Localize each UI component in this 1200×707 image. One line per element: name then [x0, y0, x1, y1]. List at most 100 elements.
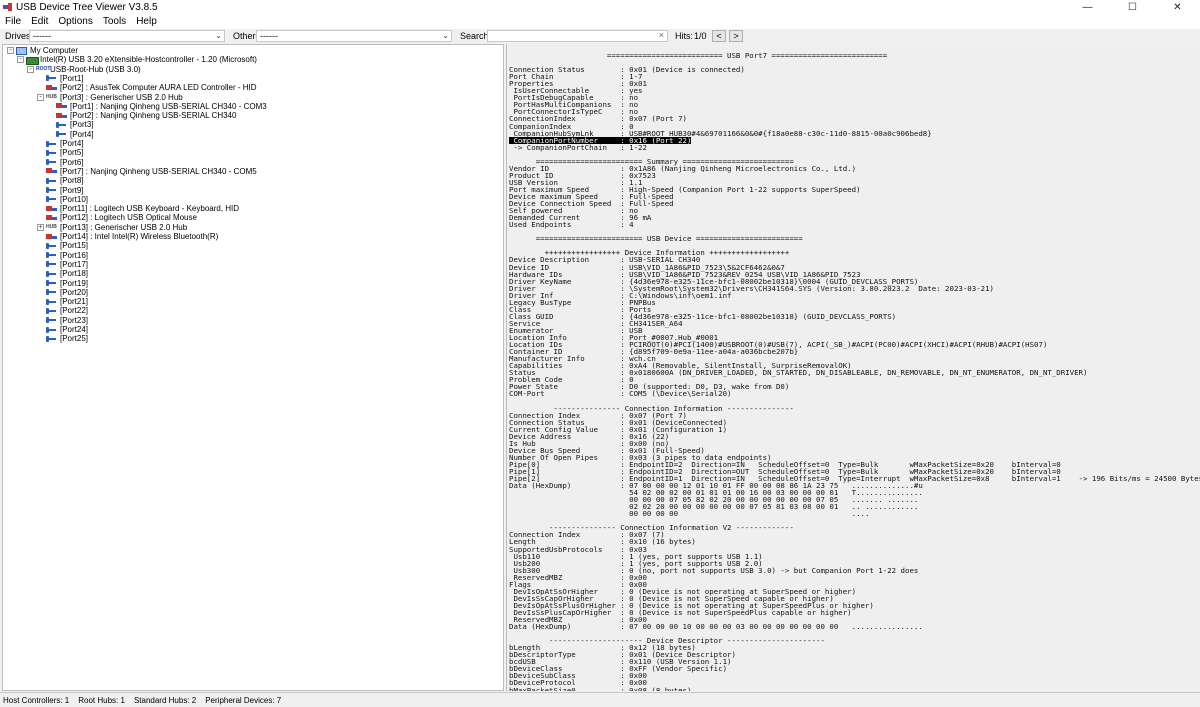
chevron-down-icon: ⌄: [442, 31, 449, 40]
tree-node[interactable]: - ROOT USB-Root-Hub (USB 3.0): [27, 65, 141, 74]
tree-node[interactable]: - My Computer: [7, 46, 78, 55]
detail-line: Used Endpoints : 4: [509, 220, 634, 230]
tree-node[interactable]: [Port19]: [37, 279, 88, 288]
tree-node-label: [Port3] : Generischer USB 2.0 Hub: [60, 92, 183, 102]
tree-node[interactable]: [Port24]: [37, 325, 88, 334]
tree-node-label: [Port8]: [60, 176, 84, 186]
tree-node-label: [Port13] : Generischer USB 2.0 Hub: [60, 222, 188, 232]
collapse-icon[interactable]: -: [37, 93, 44, 101]
tree-node[interactable]: [Port4]: [47, 130, 94, 139]
tree-node-label: [Port20]: [60, 287, 89, 297]
port-icon: [46, 260, 57, 268]
tree-node-label: [Port24]: [60, 325, 89, 334]
collapse-icon[interactable]: -: [17, 56, 24, 64]
detail-pane[interactable]: ========================== USB Port7 ===…: [506, 44, 1200, 691]
roothub-icon: ROOT: [36, 66, 51, 73]
tree-node[interactable]: [Port2] : Nanjing Qinheng USB-SERIAL CH3…: [47, 111, 236, 120]
port-icon: [46, 307, 57, 315]
next-hit-button[interactable]: >: [729, 30, 743, 42]
computer-icon: [16, 46, 27, 55]
tree-node[interactable]: + HUB [Port13] : Generischer USB 2.0 Hub: [37, 223, 187, 232]
port-icon: [46, 251, 57, 259]
window-title: USB Device Tree Viewer V3.8.5: [16, 1, 158, 13]
tree-node-label: [Port3]: [70, 120, 94, 130]
device-icon: [46, 233, 57, 241]
tree-node[interactable]: [Port5]: [37, 148, 84, 157]
detail-line: ======================== USB Device ====…: [509, 234, 803, 244]
tree-node[interactable]: [Port6]: [37, 158, 84, 167]
tree-node-label: [Port15]: [60, 241, 89, 251]
maximize-button[interactable]: ☐: [1110, 0, 1155, 14]
port-icon: [46, 298, 57, 306]
tree-node[interactable]: - HUB [Port3] : Generischer USB 2.0 Hub: [37, 93, 183, 102]
tree-node-label: [Port2] : Nanjing Qinheng USB-SERIAL CH3…: [70, 111, 237, 121]
tree-node[interactable]: [Port25]: [37, 334, 88, 343]
clear-icon[interactable]: ×: [659, 30, 664, 40]
port-icon: [46, 195, 57, 203]
tree-node-label: [Port17]: [60, 259, 89, 269]
minimize-button[interactable]: —: [1065, 0, 1110, 14]
tree-node[interactable]: - Intel(R) USB 3.20 eXtensible-Hostcontro…: [17, 55, 257, 65]
tree-node[interactable]: [Port10]: [37, 195, 88, 204]
search-input[interactable]: ×: [487, 30, 668, 42]
port-icon: [56, 130, 67, 138]
tree-node[interactable]: [Port15]: [37, 241, 88, 250]
tree-node[interactable]: [Port18]: [37, 269, 88, 278]
detail-line: ========================== USB Port7 ===…: [509, 51, 888, 60]
device-icon: [46, 167, 57, 175]
collapse-icon[interactable]: -: [7, 47, 14, 54]
tree-node[interactable]: [Port14] : Intel Intel(R) Wireless Bluet…: [37, 232, 218, 241]
tree-node[interactable]: [Port2] : AsusTek Computer AURA LED Cont…: [37, 83, 257, 92]
tree-node[interactable]: [Port3]: [47, 120, 94, 129]
tree-node-label: USB-Root-Hub (USB 3.0): [50, 64, 141, 74]
port-icon: [46, 288, 57, 296]
tree-node[interactable]: [Port22]: [37, 306, 88, 315]
tree-node[interactable]: [Port1] : Nanjing Qinheng USB-SERIAL CH3…: [47, 102, 267, 111]
menu-tools[interactable]: Tools: [98, 16, 131, 27]
tree-node[interactable]: [Port11] : Logitech USB Keyboard - Keybo…: [37, 204, 239, 213]
menu-help[interactable]: Help: [131, 16, 162, 27]
tree-node[interactable]: [Port23]: [37, 316, 88, 325]
tree-node-label: My Computer: [30, 46, 79, 55]
hits-label: Hits:: [675, 31, 693, 41]
others-value: ------: [260, 31, 278, 41]
title-bar: USB Device Tree Viewer V3.8.5 — ☐ ✕: [0, 0, 1200, 14]
tree-node-label: [Port10]: [60, 194, 89, 204]
tree-node-label: [Port7] : Nanjing Qinheng USB-SERIAL CH3…: [60, 166, 257, 176]
tree-node-label: [Port22]: [60, 306, 89, 316]
expand-icon[interactable]: +: [37, 223, 44, 231]
tree-node[interactable]: [Port7] : Nanjing Qinheng USB-SERIAL CH3…: [37, 167, 257, 176]
port-icon: [46, 242, 57, 250]
hits-value: 1/0: [694, 31, 707, 41]
tree-node[interactable]: [Port12] : Logitech USB Optical Mouse: [37, 213, 197, 222]
port-icon: [46, 186, 57, 194]
port-icon: [46, 177, 57, 185]
menu-file[interactable]: File: [0, 16, 26, 27]
window-controls: — ☐ ✕: [1065, 0, 1200, 14]
hub-icon: HUB: [46, 94, 57, 100]
tree-node[interactable]: [Port1]: [37, 74, 84, 83]
detail-line: Data (HexDump) : 07 00 00 00 10 00 00 00…: [509, 622, 923, 632]
drives-dropdown[interactable]: ------ ⌄: [29, 30, 225, 42]
tree-node[interactable]: [Port9]: [37, 186, 84, 195]
close-button[interactable]: ✕: [1155, 0, 1200, 14]
tree-node[interactable]: [Port21]: [37, 297, 88, 306]
menu-options[interactable]: Options: [53, 16, 97, 27]
tree-node[interactable]: [Port17]: [37, 260, 88, 269]
previous-hit-button[interactable]: <: [712, 30, 726, 42]
tree-node-label: [Port5]: [60, 148, 84, 158]
port-icon: [46, 140, 57, 148]
tree-node[interactable]: [Port8]: [37, 176, 84, 185]
tree-node[interactable]: [Port16]: [37, 251, 88, 260]
detail-line: COM-Port : COM5 (\Device\Serial20): [509, 389, 732, 399]
tree-node-label: [Port4]: [60, 139, 84, 148]
detail-line: bMaxPacketSize0 : 0x08 (8 bytes): [509, 685, 692, 691]
menu-edit[interactable]: Edit: [26, 16, 53, 27]
tree-node[interactable]: [Port4]: [37, 139, 84, 148]
tree-node[interactable]: [Port20]: [37, 288, 88, 297]
status-standard-hubs: Standard Hubs: 2: [133, 695, 197, 705]
device-tree[interactable]: - My Computer - Intel(R) USB 3.20 eXtensibl…: [2, 44, 504, 691]
others-dropdown[interactable]: ------ ⌄: [256, 30, 452, 42]
collapse-icon[interactable]: -: [27, 65, 34, 73]
menu-bar: File Edit Options Tools Help: [0, 14, 1200, 29]
